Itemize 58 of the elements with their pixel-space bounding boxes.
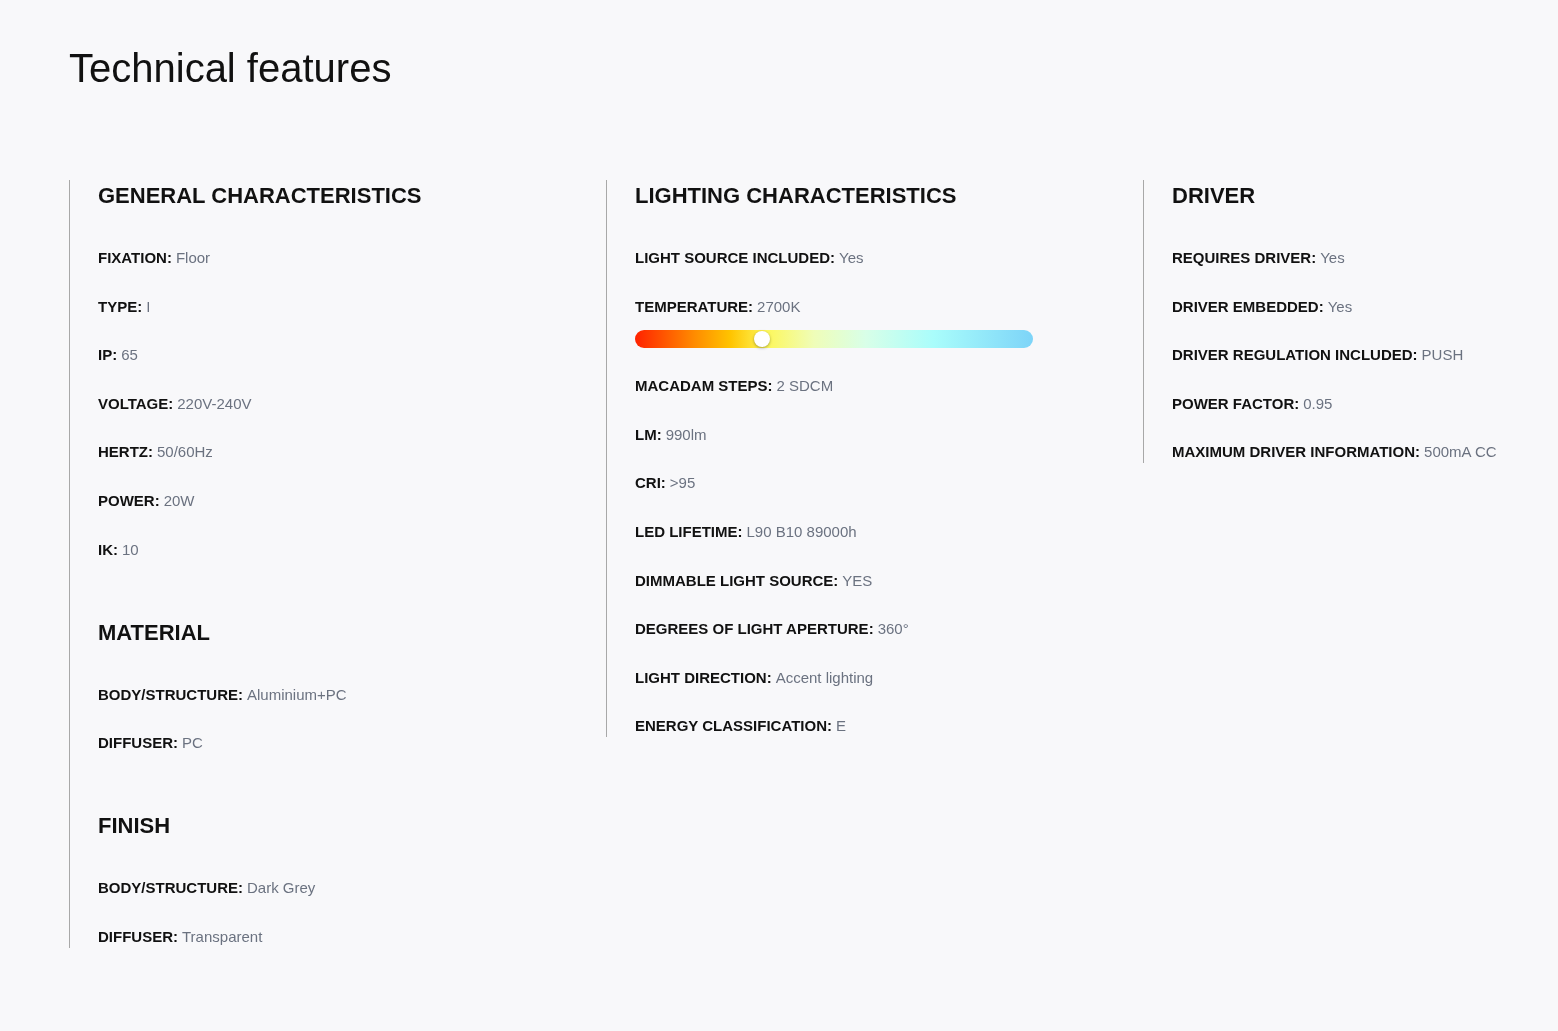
spec-value: >95	[669, 473, 696, 494]
section-heading: FINISH	[98, 812, 171, 841]
spec-value: PUSH	[1421, 345, 1464, 366]
spec-label: BODY/STRUCTURE:	[98, 684, 243, 705]
spec-value: 50/60Hz	[157, 442, 213, 463]
spec-value: E	[835, 716, 846, 737]
spec-label: MACADAM STEPS:	[635, 376, 773, 397]
spec-label: FIXATION:	[98, 248, 172, 268]
spec-value: Floor	[175, 248, 211, 268]
spec-label: LIGHT DIRECTION:	[635, 667, 772, 688]
spec-label: LM:	[635, 424, 662, 445]
spec-value: Transparent	[182, 926, 263, 947]
spec-label: DRIVER REGULATION INCLUDED:	[1172, 345, 1418, 366]
spec-value: 2700K	[757, 296, 801, 317]
section-heading: DRIVER	[1172, 182, 1256, 210]
spec-value: PC	[182, 733, 203, 754]
spec-label: CRI:	[635, 473, 666, 494]
spec-label: DIFFUSER:	[98, 926, 178, 947]
spec-value: 220V-240V	[177, 393, 252, 414]
section-heading: GENERAL CHARACTERISTICS	[98, 182, 422, 210]
page-title: Technical features	[69, 45, 392, 92]
spec-value: 0.95	[1303, 393, 1333, 414]
spec-value: L90 B10 89000h	[746, 521, 857, 542]
spec-value: Yes	[1327, 296, 1353, 317]
spec-label: DIFFUSER:	[98, 733, 178, 754]
spec-label: DIMMABLE LIGHT SOURCE:	[635, 570, 839, 591]
spec-label: LED LIFETIME:	[635, 521, 743, 542]
spec-value: 990lm	[665, 424, 707, 445]
spec-label: BODY/STRUCTURE:	[98, 878, 243, 899]
spec-value: Yes	[839, 248, 864, 268]
spec-label: VOLTAGE:	[98, 393, 174, 414]
spec-label: ENERGY CLASSIFICATION:	[635, 716, 832, 737]
spec-value: 360°	[877, 619, 909, 640]
spec-label: IK:	[98, 539, 118, 560]
spec-label: DEGREES OF LIGHT APERTURE:	[635, 619, 874, 640]
spec-value: YES	[842, 570, 873, 591]
spec-value: 65	[121, 345, 138, 366]
spec-label: REQUIRES DRIVER:	[1172, 248, 1317, 268]
spec-value: Accent lighting	[775, 667, 874, 688]
spec-value: 20W	[163, 490, 195, 511]
spec-label: DRIVER EMBEDDED:	[1172, 296, 1324, 317]
spec-label: HERTZ:	[98, 442, 153, 463]
spec-value: 500mA CC	[1424, 442, 1497, 463]
spec-value: Dark Grey	[247, 878, 316, 899]
spec-label: LIGHT SOURCE INCLUDED:	[635, 248, 835, 268]
spec-label: IP:	[98, 345, 118, 366]
section-heading: LIGHTING CHARACTERISTICS	[635, 182, 957, 210]
spec-label: POWER:	[98, 490, 160, 511]
spec-label: POWER FACTOR:	[1172, 393, 1300, 414]
spec-label: TYPE:	[98, 296, 143, 317]
spec-value: 10	[122, 539, 139, 560]
spec-value: Aluminium+PC	[247, 684, 347, 705]
spec-label: TEMPERATURE:	[635, 296, 754, 317]
spec-value: I	[146, 296, 151, 317]
spec-label: MAXIMUM DRIVER INFORMATION:	[1172, 442, 1421, 463]
section-heading: MATERIAL	[98, 618, 211, 647]
spec-value: Yes	[1320, 248, 1345, 268]
spec-value: 2 SDCM	[776, 376, 834, 397]
